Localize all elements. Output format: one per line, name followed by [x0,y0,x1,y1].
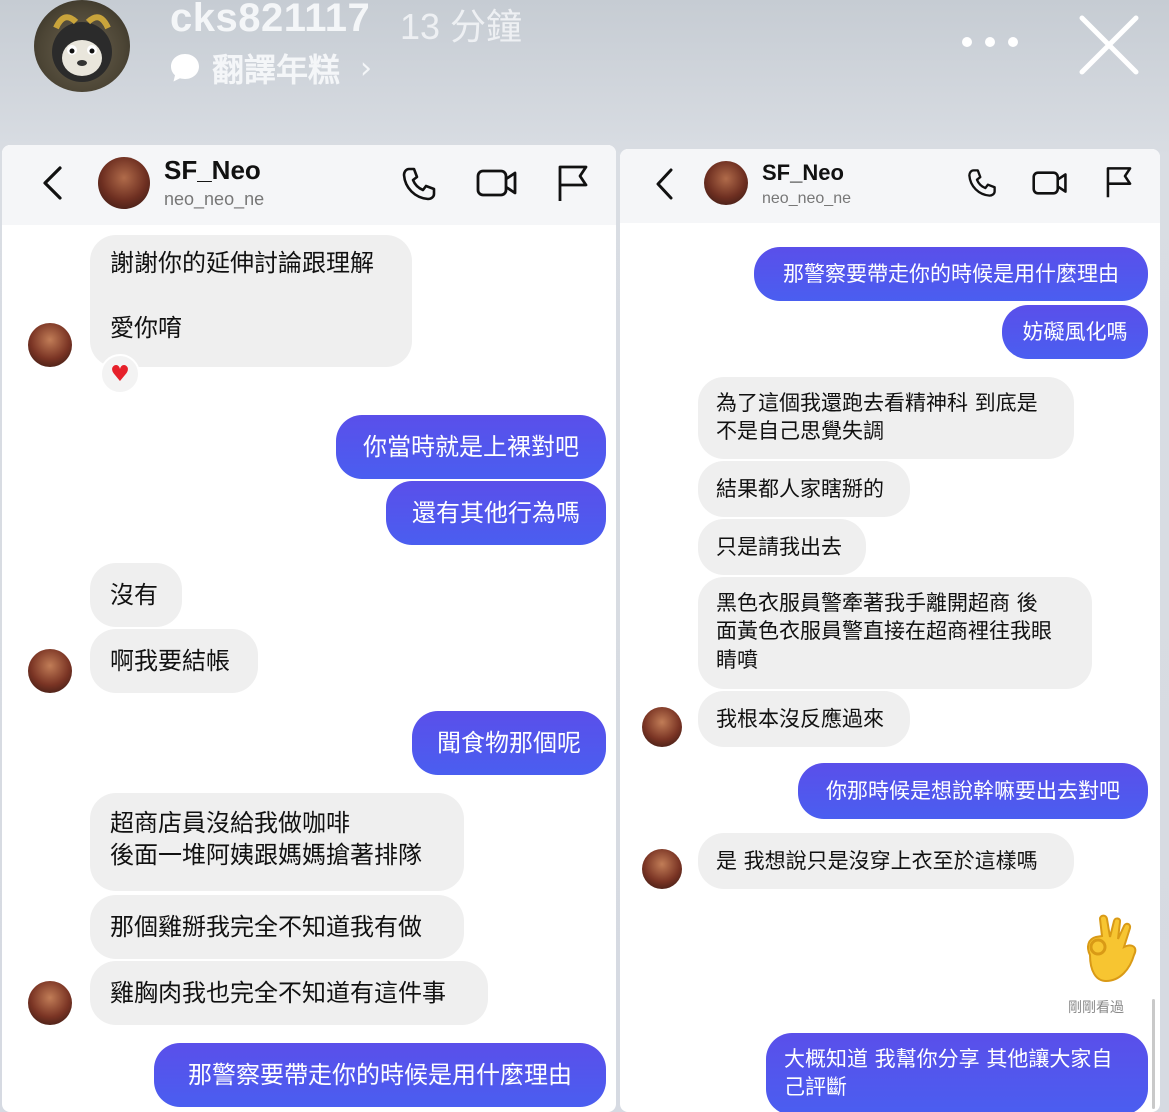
contact-avatar[interactable] [704,161,748,205]
message-bubble-outgoing[interactable]: 你那時候是想說幹嘛要出去對吧 [798,763,1148,819]
message-bubble-incoming[interactable]: 那個雞掰我完全不知道我有做 [90,895,464,959]
message-bubble-outgoing[interactable]: 那警察要帶走你的時候是用什麼理由 [154,1043,606,1107]
seen-status: 剛剛看過 [1068,1000,1124,1016]
sender-avatar[interactable] [642,849,682,889]
story-caption: 翻譯年糕 [212,51,341,89]
chat-header: SF_Neo neo_neo_ne [620,149,1160,223]
ok-hand-emoji[interactable] [1076,911,1142,989]
message-bubble-outgoing[interactable]: 你當時就是上裸對吧 [336,415,606,479]
message-bubble-incoming[interactable]: 結果都人家瞎掰的 [698,461,910,517]
message-bubble-incoming[interactable]: 啊我要結帳 [90,629,258,693]
phone-icon[interactable] [400,165,438,203]
message-bubble-outgoing[interactable]: 妨礙風化嗎 [1002,305,1148,359]
contact-handle: neo_neo_ne [762,190,851,207]
story-caption-link[interactable]: 翻譯年糕 › [168,46,372,90]
message-bubble-incoming[interactable]: 只是請我出去 [698,519,866,575]
story-avatar[interactable] [34,0,130,92]
chevron-right-icon: › [360,50,373,86]
contact-avatar[interactable] [98,157,150,209]
message-bubble-incoming[interactable]: 雞胸肉我也完全不知道有這件事 [90,961,488,1025]
message-bubble-incoming[interactable]: 超商店員沒給我做咖啡 後面一堆阿姨跟媽媽搶著排隊 [90,793,464,891]
story-timestamp: 13 分鐘 [400,6,523,47]
message-bubble-incoming[interactable]: 沒有 [90,563,182,627]
sender-avatar[interactable] [28,649,72,693]
video-call-icon[interactable] [1032,169,1068,197]
contact-handle: neo_neo_ne [164,189,265,209]
message-bubble-incoming[interactable]: 黑色衣服員警牽著我手離開超商 後 面黃色衣服員警直接在超商裡往我眼 睛噴 [698,577,1092,689]
sender-avatar[interactable] [642,707,682,747]
sender-avatar[interactable] [28,323,72,367]
message-bubble-incoming[interactable]: 為了這個我還跑去看精神科 到底是 不是自己思覺失調 [698,377,1074,459]
chat-header: SF_Neo neo_neo_ne [2,145,616,225]
phone-icon[interactable] [966,167,998,199]
message-bubble-incoming[interactable]: 謝謝你的延伸討論跟理解 愛你唷 [90,235,412,367]
contact-name[interactable]: SF_Neo [762,160,844,186]
more-icon[interactable] [962,22,1018,62]
message-bubble-outgoing[interactable]: 聞食物那個呢 [412,711,606,775]
message-bubble-outgoing[interactable]: 大概知道 我幫你分享 其他讓大家自 己評斷 [766,1033,1148,1112]
story-username[interactable]: cks821117 [170,0,370,41]
message-bubble-outgoing[interactable]: 那警察要帶走你的時候是用什麼理由 [754,247,1148,301]
sender-avatar[interactable] [28,981,72,1025]
speech-bubble-icon [171,54,199,82]
flag-icon[interactable] [556,163,590,203]
scrollbar[interactable] [1152,999,1155,1109]
message-bubble-outgoing[interactable]: 還有其他行為嗎 [386,481,606,545]
back-icon[interactable] [40,165,66,201]
video-call-icon[interactable] [476,167,518,199]
message-bubble-incoming[interactable]: 是 我想說只是沒穿上衣至於這樣嗎 [698,833,1074,889]
chat-screenshot-right: SF_Neo neo_neo_ne 那警察要帶走你的時候是用什麼理由 妨礙風化嗎… [620,149,1160,1112]
flag-icon[interactable] [1104,165,1134,199]
message-bubble-incoming[interactable]: 我根本沒反應過來 [698,691,910,747]
contact-name[interactable]: SF_Neo [164,155,261,186]
heart-reaction-icon[interactable]: ♥ [100,354,140,394]
close-icon[interactable] [1076,12,1142,78]
back-icon[interactable] [654,167,676,201]
chat-screenshot-left: SF_Neo neo_neo_ne 謝謝你的延伸討論跟理解 愛你唷 ♥ 你當時就… [2,145,616,1112]
